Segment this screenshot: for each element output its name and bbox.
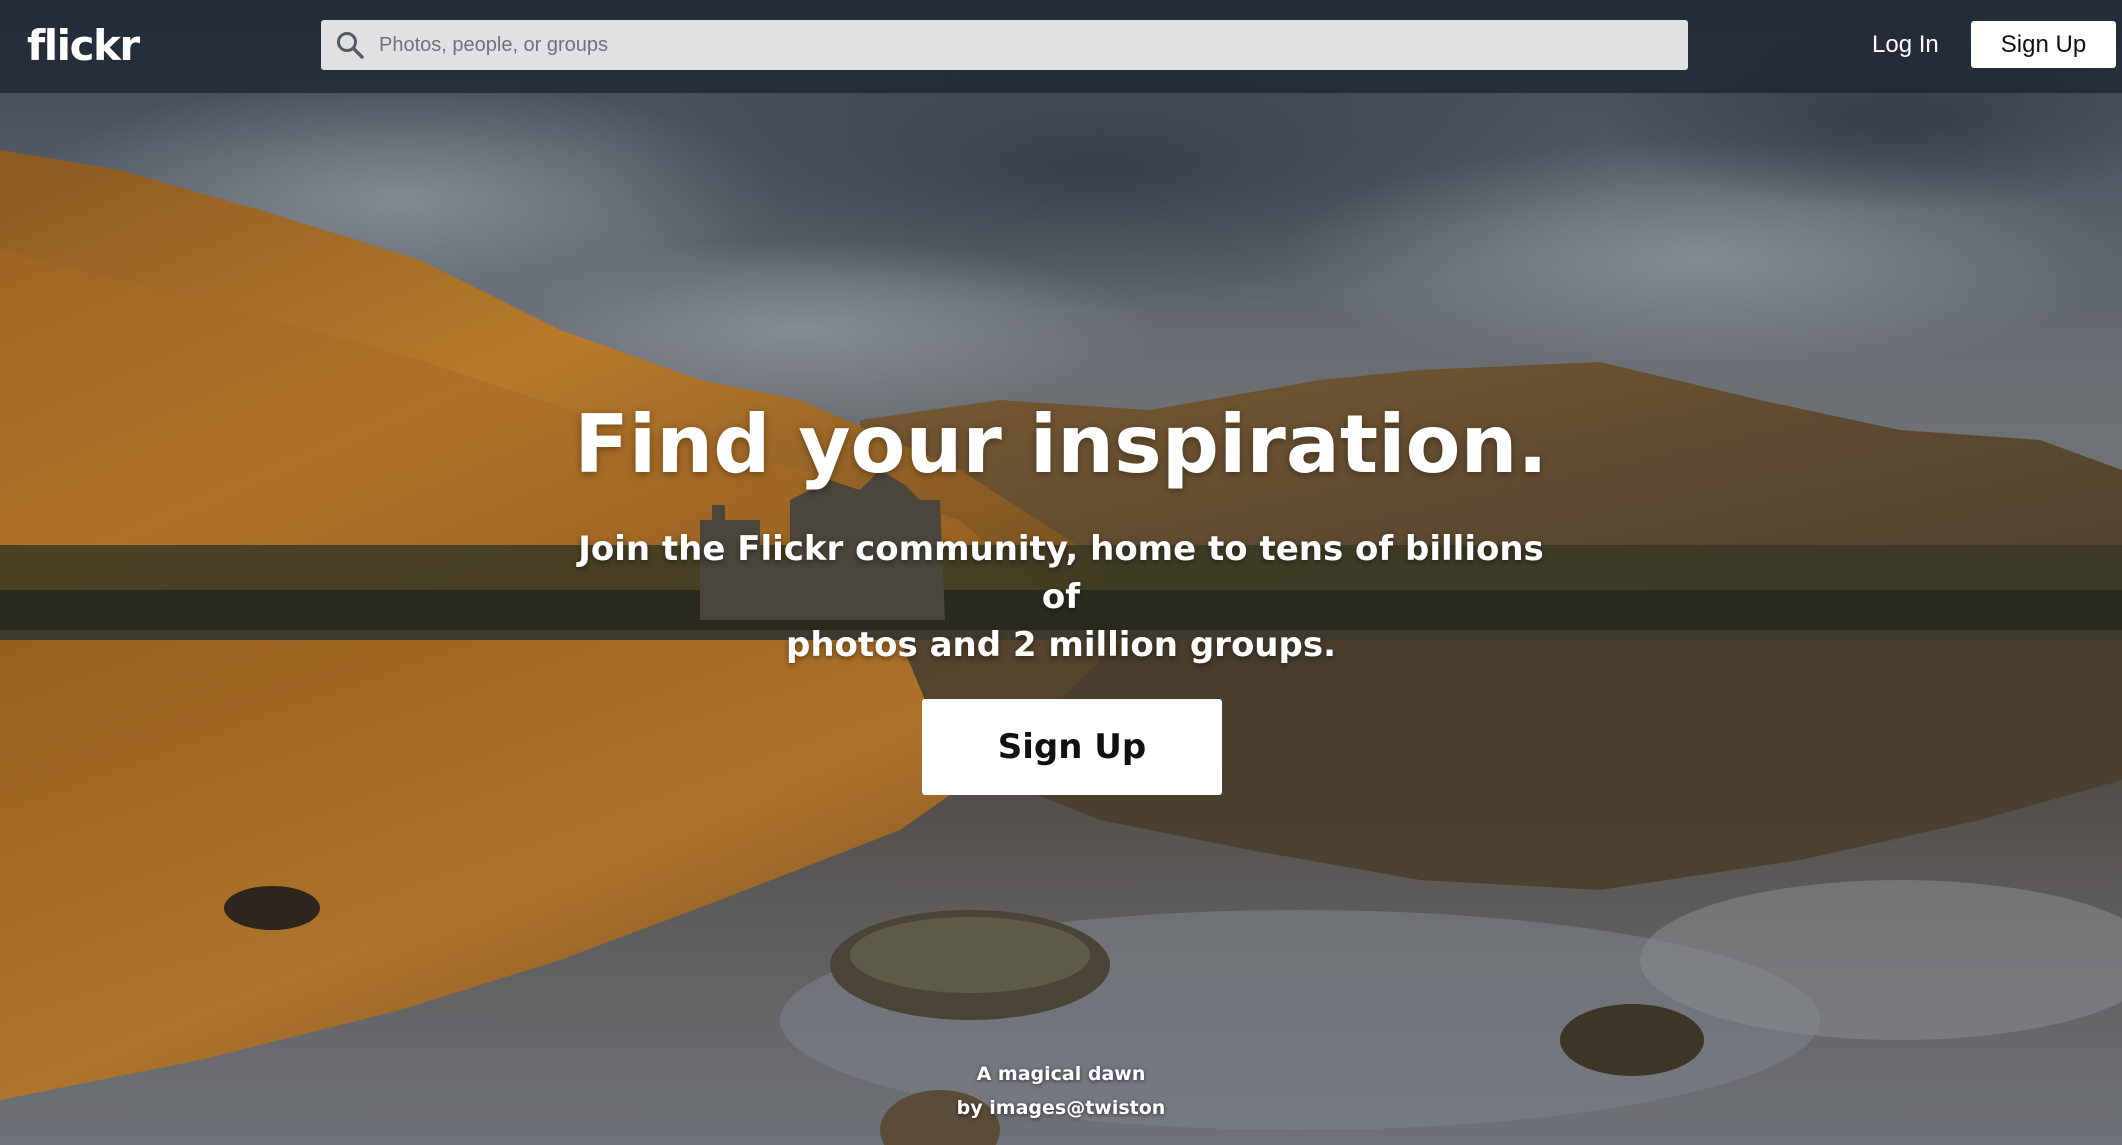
hero-subtitle: Join the Flickr community, home to tens …	[561, 525, 1561, 669]
top-navigation-bar: flickr Log In Sign Up	[0, 0, 2122, 93]
photo-author-link[interactable]: by images@twiston	[957, 1097, 1166, 1119]
login-link[interactable]: Log In	[1872, 27, 1939, 63]
hero-subtitle-line-2: photos and 2 million groups.	[785, 625, 1336, 665]
search-icon[interactable]	[335, 30, 365, 60]
photo-credit: A magical dawn by images@twiston	[0, 1057, 2122, 1125]
signup-button-header[interactable]: Sign Up	[1971, 21, 2116, 68]
search-input[interactable]	[379, 20, 1669, 70]
signup-button-hero[interactable]: Sign Up	[922, 699, 1222, 795]
flickr-logo[interactable]: flickr	[27, 18, 140, 74]
search-bar[interactable]	[321, 20, 1688, 70]
hero-subtitle-line-1: Join the Flickr community, home to tens …	[578, 529, 1544, 617]
landing-page: flickr Log In Sign Up Find your inspirat…	[0, 0, 2122, 1145]
hero-title: Find your inspiration.	[574, 398, 1548, 491]
photo-title-link[interactable]: A magical dawn	[977, 1063, 1146, 1085]
